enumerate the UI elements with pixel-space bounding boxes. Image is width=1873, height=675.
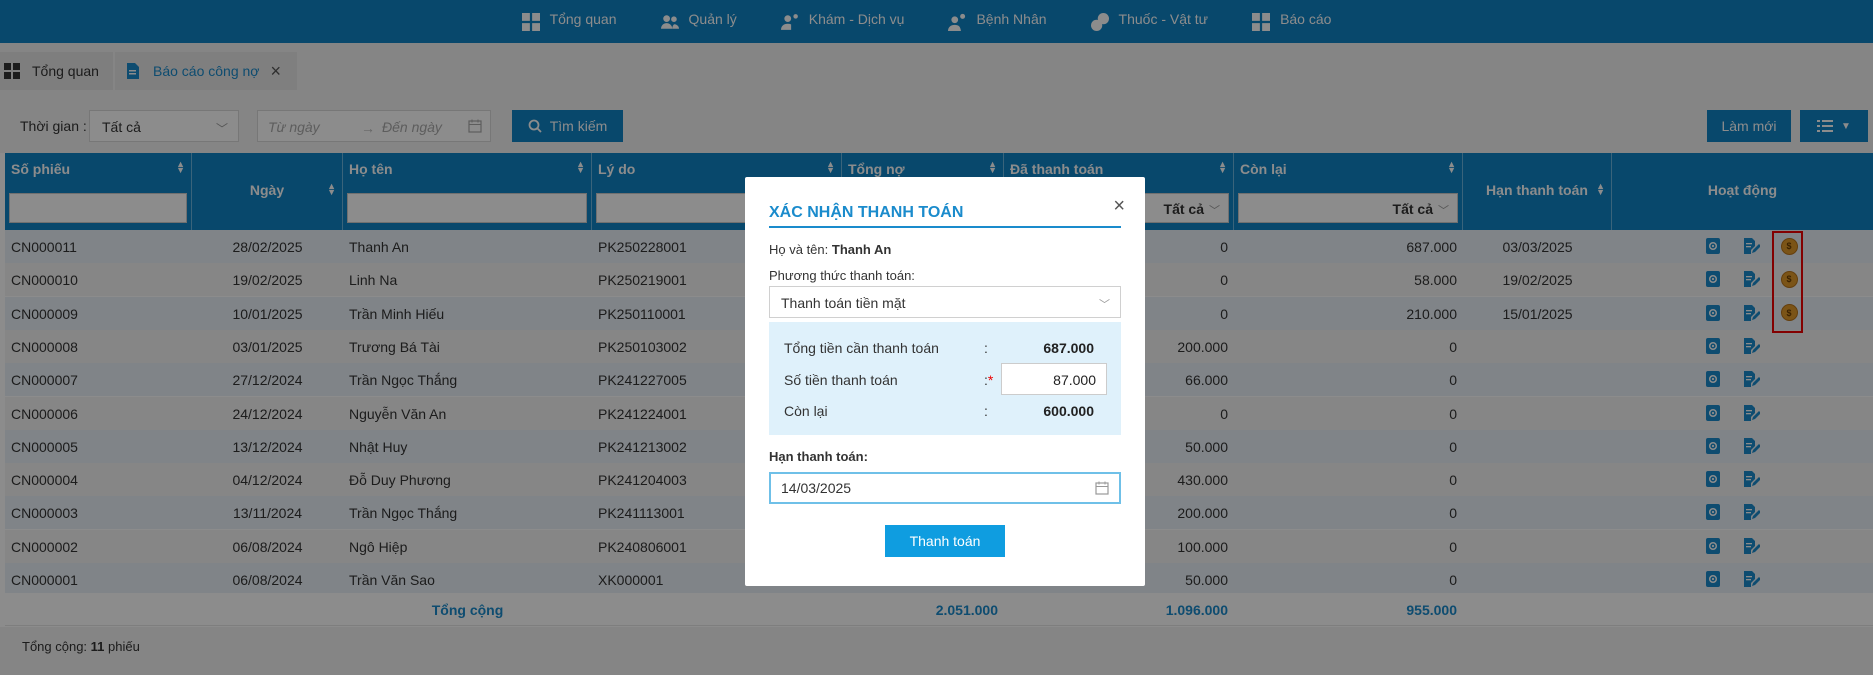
colon: : (984, 403, 988, 419)
pay-button[interactable]: Thanh toán (885, 525, 1005, 557)
calendar-icon[interactable] (1095, 481, 1109, 498)
due-date-input[interactable]: 14/03/2025 (769, 472, 1121, 504)
name-label: Họ và tên: (769, 242, 832, 257)
remaining-label: Còn lại (784, 403, 828, 419)
modal-title: XÁC NHẬN THANH TOÁN (769, 204, 964, 221)
remaining-value: 600.000 (1043, 403, 1094, 419)
amount-label: Số tiền thanh toán (784, 372, 898, 388)
close-icon[interactable]: × (1113, 195, 1125, 218)
name-value: Thanh An (831, 242, 892, 257)
due-date-label: Hạn thanh toán: (769, 449, 868, 464)
payment-method-label: Phương thức thanh toán: (769, 268, 915, 283)
total-due-label: Tổng tiền cần thanh toán (784, 340, 939, 356)
payment-summary-box: Tổng tiền cần thanh toán : 687.000 Số ti… (769, 322, 1121, 435)
chevron-down-icon: ﹀ (1099, 299, 1110, 311)
colon: : (984, 340, 988, 356)
amount-input[interactable]: 87.000 (1001, 363, 1107, 395)
payment-method-value: Thanh toán tiền mặt (781, 295, 906, 311)
due-date-value: 14/03/2025 (781, 480, 852, 496)
title-underline (769, 226, 1121, 228)
payment-confirm-modal: XÁC NHẬN THANH TOÁN × Họ và tên: Thanh A… (745, 177, 1145, 586)
total-due-value: 687.000 (1043, 340, 1094, 356)
patient-name: Họ và tên: Thanh An (769, 242, 891, 257)
payment-method-select[interactable]: Thanh toán tiền mặt ﹀ (769, 286, 1121, 318)
required-marker: * (987, 372, 994, 388)
colon: :* (984, 372, 994, 388)
